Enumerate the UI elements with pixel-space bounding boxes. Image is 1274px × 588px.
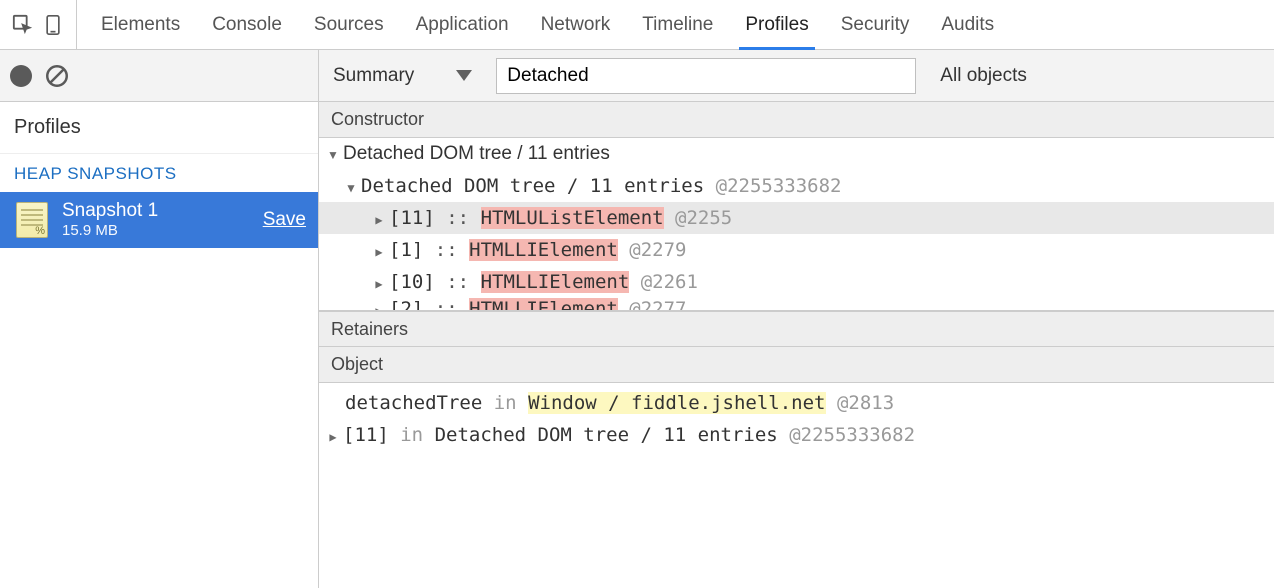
tab-application[interactable]: Application [414, 0, 511, 49]
profiles-sidebar: Profiles HEAP SNAPSHOTS Snapshot 1 15.9 … [0, 50, 319, 588]
tree-item-count: [10] [389, 271, 435, 293]
sidebar-header: Profiles [0, 102, 318, 154]
tree-item-sep: :: [446, 271, 469, 293]
tree-item-count: [11] [389, 207, 435, 229]
retainers-subheader[interactable]: Object [319, 347, 1274, 383]
tree-item-id: @2277 [629, 298, 686, 310]
tree-item-class: HTMLLIElement [481, 271, 630, 293]
disclosure-triangle-icon[interactable] [373, 239, 385, 261]
disclosure-triangle-icon[interactable] [345, 175, 357, 197]
retainers-header: Retainers [319, 311, 1274, 347]
retainer-in: in [400, 424, 423, 446]
tab-audits[interactable]: Audits [939, 0, 996, 49]
sidebar-toolbar [0, 50, 318, 102]
retainer-row[interactable]: [11] in Detached DOM tree / 11 entries @… [327, 419, 1266, 451]
tree-item-row[interactable]: [10] :: HTMLLIElement @2261 [319, 266, 1274, 298]
disclosure-triangle-icon[interactable] [373, 207, 385, 229]
panel-tabs: Elements Console Sources Application Net… [77, 0, 996, 49]
tree-group-id: @2255333682 [716, 175, 842, 197]
chevron-down-icon [456, 70, 472, 81]
tree-item-row[interactable]: [11] :: HTMLUListElement @2255 [319, 202, 1274, 234]
tree-item-sep: :: [435, 239, 458, 261]
clear-icon[interactable] [44, 63, 70, 89]
tree-item-class: HTMLUListElement [481, 207, 664, 229]
retainers-rows: detachedTree in Window / fiddle.jshell.n… [319, 383, 1274, 455]
retainers-panel: Retainers Object detachedTree in Window … [319, 310, 1274, 588]
tree-item-id: @2279 [629, 239, 686, 261]
snapshot-name: Snapshot 1 [62, 200, 158, 222]
tab-elements[interactable]: Elements [99, 0, 182, 49]
tree-item-id: @2255 [675, 207, 732, 229]
column-header-constructor[interactable]: Constructor [319, 102, 1274, 138]
retainer-id: @2813 [837, 392, 894, 414]
tree-item-row[interactable]: [1] :: HTMLLIElement @2279 [319, 234, 1274, 266]
tab-network[interactable]: Network [539, 0, 613, 49]
tree-root-row[interactable]: Detached DOM tree / 11 entries [319, 138, 1274, 170]
main-area: Profiles HEAP SNAPSHOTS Snapshot 1 15.9 … [0, 50, 1274, 588]
tab-timeline[interactable]: Timeline [640, 0, 715, 49]
tree-item-class: HTMLLIElement [469, 239, 618, 261]
tree-item-sep: :: [446, 207, 469, 229]
constructor-rows: Detached DOM tree / 11 entries Detached … [319, 138, 1274, 310]
snapshot-save-link[interactable]: Save [263, 209, 306, 231]
object-filter-selector[interactable]: All objects [940, 65, 1027, 87]
content-column: Summary All objects Constructor Detached… [319, 50, 1274, 588]
devtools-tabbar: Elements Console Sources Application Net… [0, 0, 1274, 50]
view-selector[interactable]: Summary [333, 65, 478, 87]
tabbar-left-tools [0, 0, 77, 49]
disclosure-triangle-icon[interactable] [327, 424, 339, 446]
snapshot-text: Snapshot 1 15.9 MB [62, 200, 158, 239]
tree-item-sep: :: [435, 298, 458, 310]
tab-security[interactable]: Security [839, 0, 912, 49]
retainer-prefix: [11] [343, 424, 389, 446]
tree-item-class: HTMLLIElement [469, 298, 618, 310]
disclosure-triangle-icon[interactable] [373, 298, 385, 310]
disclosure-triangle-icon[interactable] [373, 271, 385, 293]
retainer-scope: Window / fiddle.jshell.net [528, 392, 825, 414]
retainer-scope: Detached DOM tree / 11 entries [435, 424, 778, 446]
sidebar-section-heap: HEAP SNAPSHOTS [0, 154, 318, 192]
device-toggle-icon[interactable] [38, 10, 68, 40]
disclosure-triangle-icon[interactable] [327, 143, 339, 165]
snapshot-item[interactable]: Snapshot 1 15.9 MB Save [0, 192, 318, 248]
tree-item-row[interactable]: [2] :: HTMLLIElement @2277 [319, 298, 1274, 310]
content-toolbar: Summary All objects [319, 50, 1274, 102]
tree-group-label: Detached DOM tree / 11 entries [361, 175, 704, 197]
tree-group-row[interactable]: Detached DOM tree / 11 entries @22553336… [319, 170, 1274, 202]
snapshot-size: 15.9 MB [62, 222, 158, 239]
retainer-prefix: detachedTree [345, 392, 482, 414]
tree-item-count: [1] [389, 239, 423, 261]
retainer-in: in [494, 392, 517, 414]
tree-item-id: @2261 [641, 271, 698, 293]
class-filter-input[interactable] [496, 58, 916, 94]
tab-console[interactable]: Console [210, 0, 284, 49]
record-icon[interactable] [10, 65, 32, 87]
tab-profiles[interactable]: Profiles [743, 0, 810, 49]
retainer-id: @2255333682 [789, 424, 915, 446]
retainer-row[interactable]: detachedTree in Window / fiddle.jshell.n… [327, 387, 1266, 419]
tab-sources[interactable]: Sources [312, 0, 386, 49]
snapshot-file-icon [16, 202, 48, 238]
inspect-element-icon[interactable] [8, 10, 38, 40]
tree-item-count: [2] [389, 298, 423, 310]
tree-root-label: Detached DOM tree / 11 entries [343, 143, 610, 165]
view-selector-label: Summary [333, 65, 414, 87]
